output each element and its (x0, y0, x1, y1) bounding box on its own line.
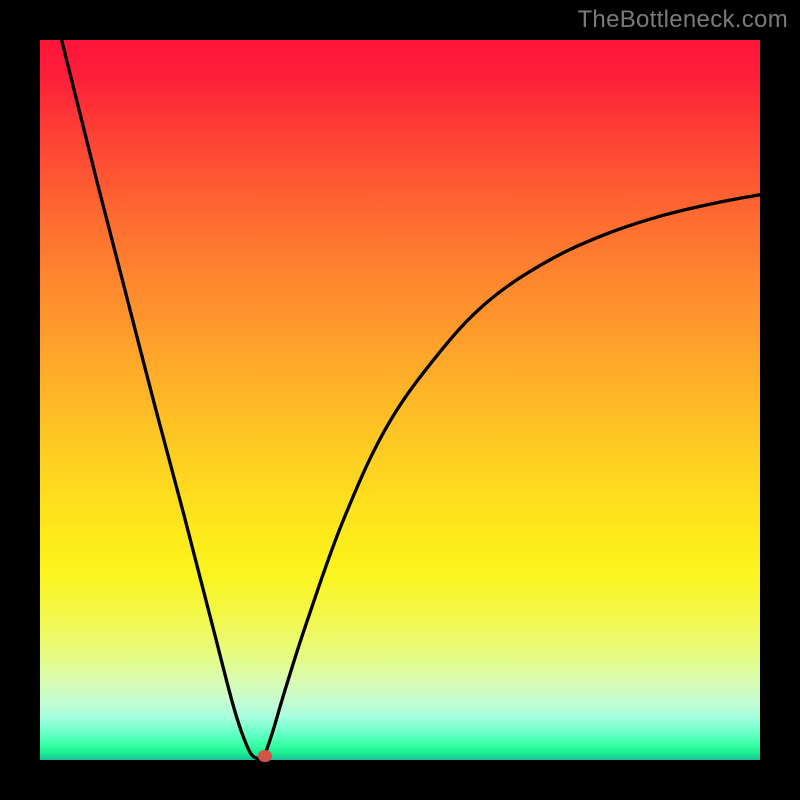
line-curve (40, 40, 760, 760)
chart-frame: TheBottleneck.com (0, 0, 800, 800)
watermark-label: TheBottleneck.com (577, 6, 788, 34)
plot-area (40, 40, 760, 760)
bottleneck-path (62, 40, 760, 760)
bottleneck-marker (258, 750, 272, 762)
